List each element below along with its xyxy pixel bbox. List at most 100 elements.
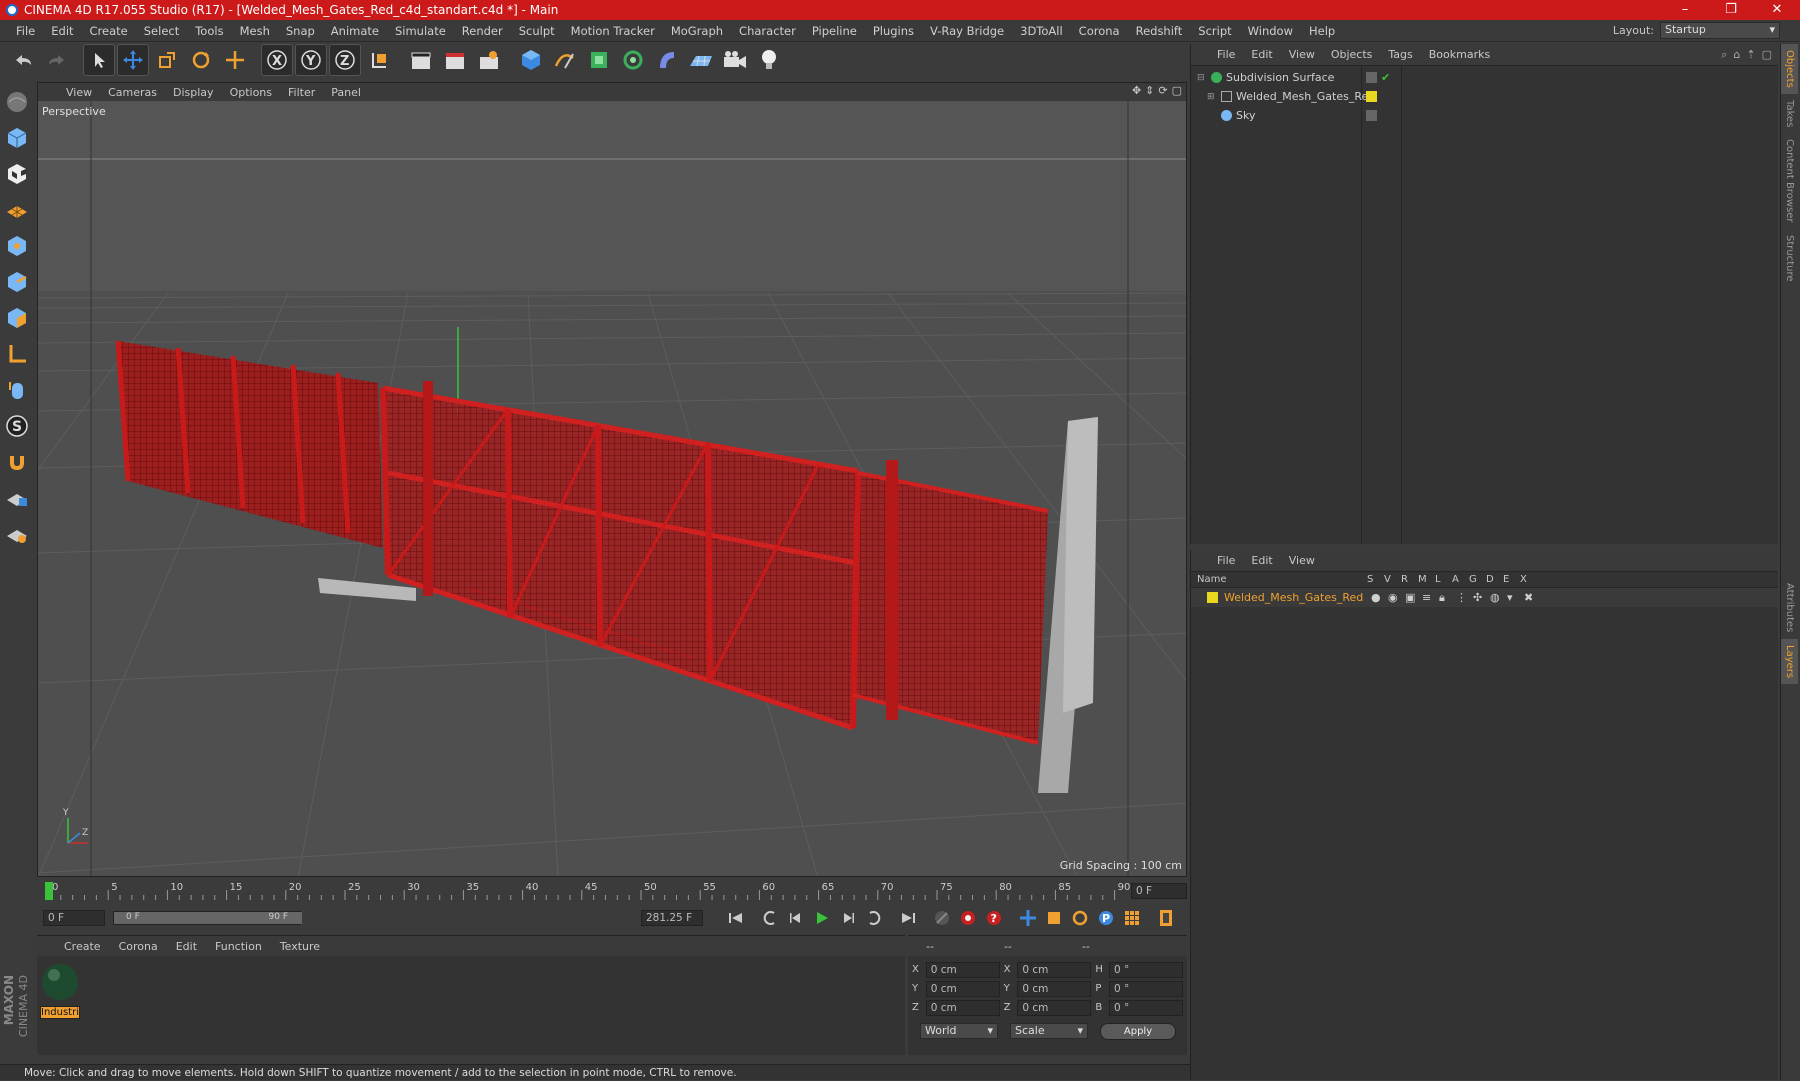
material-menu-function[interactable]: Function <box>206 940 271 953</box>
position-y-field[interactable]: 0 cm <box>925 980 1000 997</box>
grid-snap-button[interactable] <box>2 519 32 549</box>
obj-menu-tags[interactable]: Tags <box>1380 48 1420 61</box>
obj-menu-bookmarks[interactable]: Bookmarks <box>1421 48 1498 61</box>
enabled-check-icon[interactable]: ✔ <box>1381 71 1390 84</box>
menu-help[interactable]: Help <box>1301 24 1343 38</box>
add-camera-button[interactable] <box>720 45 750 75</box>
end-frame-field[interactable]: 281.25 F <box>641 910 703 926</box>
points-mode-button[interactable] <box>2 231 32 261</box>
layer-visible-icon[interactable]: ◉ <box>1388 591 1405 604</box>
layer-menu-edit[interactable]: Edit <box>1243 554 1280 567</box>
close-button[interactable]: ✕ <box>1754 0 1800 20</box>
menu-script[interactable]: Script <box>1190 24 1239 38</box>
object-row-sky[interactable]: Sky <box>1191 106 1778 125</box>
play-button[interactable] <box>811 907 833 929</box>
tab-attributes[interactable]: Attributes <box>1781 577 1798 638</box>
rotation-b-field[interactable]: 0 ° <box>1109 999 1183 1016</box>
layer-row-welded-mesh-gates[interactable]: Welded_Mesh_Gates_Red ● ◉ ▣ ≡ 🔒︎ ⋮ ✣ ◍ ▾… <box>1191 588 1778 607</box>
tab-layers[interactable]: Layers <box>1781 638 1798 684</box>
position-x-field[interactable]: 0 cm <box>925 961 1000 978</box>
menu-create[interactable]: Create <box>82 24 136 38</box>
obj-menu-edit[interactable]: Edit <box>1243 48 1280 61</box>
home-icon[interactable]: ⌂ <box>1733 48 1740 62</box>
x-axis-lock[interactable]: X <box>261 44 293 76</box>
polygons-mode-button[interactable] <box>2 303 32 333</box>
size-z-field[interactable]: 0 cm <box>1017 999 1092 1016</box>
coord-system-select[interactable]: World ▾ <box>920 1023 998 1039</box>
redo-button[interactable] <box>42 45 72 75</box>
coord-mode-select[interactable]: Scale ▾ <box>1010 1023 1088 1039</box>
menu-plugins[interactable]: Plugins <box>865 24 922 38</box>
up-arrow-icon[interactable]: ⇡ <box>1746 48 1755 62</box>
layer-render-icon[interactable]: ▣ <box>1405 591 1422 604</box>
add-nurbs-button[interactable] <box>584 45 614 75</box>
add-cube-button[interactable] <box>516 45 546 75</box>
layer-lock-icon[interactable]: 🔒︎ <box>1439 591 1456 605</box>
timeline-window-button[interactable] <box>1155 907 1177 929</box>
material-menu-corona[interactable]: Corona <box>110 940 167 953</box>
rotation-h-field[interactable]: 0 ° <box>1109 961 1183 978</box>
record-button[interactable] <box>957 907 979 929</box>
material-menu-edit[interactable]: Edit <box>167 940 206 953</box>
layer-xref-icon[interactable]: ✖ <box>1524 591 1541 604</box>
transform-tool[interactable] <box>220 45 250 75</box>
current-frame-field[interactable]: 0 F <box>1131 883 1187 899</box>
minimize-button[interactable]: – <box>1662 0 1708 20</box>
y-axis-lock[interactable]: Y <box>295 44 327 76</box>
menu-window[interactable]: Window <box>1240 24 1301 38</box>
menu-redshift[interactable]: Redshift <box>1128 24 1191 38</box>
frame-range-slider[interactable]: 0 F 90 F <box>113 911 302 925</box>
layer-solo-icon[interactable]: ● <box>1371 591 1388 604</box>
edges-mode-button[interactable] <box>2 267 32 297</box>
layer-color-swatch[interactable] <box>1207 592 1218 603</box>
record-keys-disabled-button[interactable] <box>931 907 953 929</box>
key-scale-button[interactable] <box>1043 907 1065 929</box>
snap-toggle-button[interactable]: S <box>2 411 32 441</box>
go-to-end-button[interactable] <box>897 907 919 929</box>
layer-menu-view[interactable]: View <box>1281 554 1323 567</box>
z-axis-lock[interactable]: Z <box>329 44 361 76</box>
object-row-welded-mesh-gates[interactable]: ⊞ Welded_Mesh_Gates_Red <box>1191 87 1778 106</box>
menu-edit[interactable]: Edit <box>43 24 81 38</box>
object-row-subdivision-surface[interactable]: ⊟ Subdivision Surface ✔ <box>1191 68 1778 87</box>
edit-visibility-icon[interactable] <box>1366 72 1377 83</box>
layer-manager-icon[interactable]: ≡ <box>1422 591 1439 604</box>
material-menu-texture[interactable]: Texture <box>271 940 329 953</box>
layer-deformer-icon[interactable]: ◍ <box>1490 591 1507 604</box>
add-floor-button[interactable] <box>686 45 716 75</box>
layout-select[interactable]: Startup ▾ <box>1660 22 1780 39</box>
scale-tool[interactable] <box>152 45 182 75</box>
playhead-marker[interactable] <box>45 882 53 900</box>
live-selection-tool[interactable] <box>83 44 115 76</box>
edit-visibility-icon[interactable] <box>1366 110 1377 121</box>
next-frame-button[interactable] <box>837 907 859 929</box>
make-editable-button[interactable] <box>2 87 32 117</box>
texture-mode-button[interactable] <box>2 159 32 189</box>
layer-color-tag[interactable] <box>1366 91 1377 102</box>
layer-expression-icon[interactable]: ▾ <box>1507 591 1524 604</box>
layer-generator-icon[interactable]: ✣ <box>1473 591 1490 604</box>
menu-corona[interactable]: Corona <box>1071 24 1128 38</box>
key-parameter-button[interactable]: P <box>1095 907 1117 929</box>
render-settings-button[interactable] <box>474 45 504 75</box>
menu-select[interactable]: Select <box>136 24 187 38</box>
previous-key-button[interactable] <box>759 907 781 929</box>
menu-file[interactable]: File <box>8 24 43 38</box>
move-tool[interactable] <box>117 44 149 76</box>
add-spline-button[interactable] <box>550 45 580 75</box>
expand-toggle-icon[interactable]: ⊞ <box>1207 92 1217 102</box>
tab-content-browser[interactable]: Content Browser <box>1781 133 1798 228</box>
rotation-p-field[interactable]: 0 ° <box>1109 980 1183 997</box>
magnet-tool-button[interactable] <box>2 447 32 477</box>
menu-tools[interactable]: Tools <box>187 24 231 38</box>
add-deformer-button[interactable] <box>652 45 682 75</box>
restore-button[interactable]: ❐ <box>1708 0 1754 20</box>
model-mode-button[interactable] <box>2 123 32 153</box>
menu-animate[interactable]: Animate <box>323 24 387 38</box>
go-to-start-button[interactable] <box>725 907 747 929</box>
key-position-button[interactable] <box>1017 907 1039 929</box>
size-x-field[interactable]: 0 cm <box>1017 961 1092 978</box>
menu-character[interactable]: Character <box>731 24 804 38</box>
grid-lock-button[interactable] <box>2 483 32 513</box>
tab-takes[interactable]: Takes <box>1781 94 1798 133</box>
